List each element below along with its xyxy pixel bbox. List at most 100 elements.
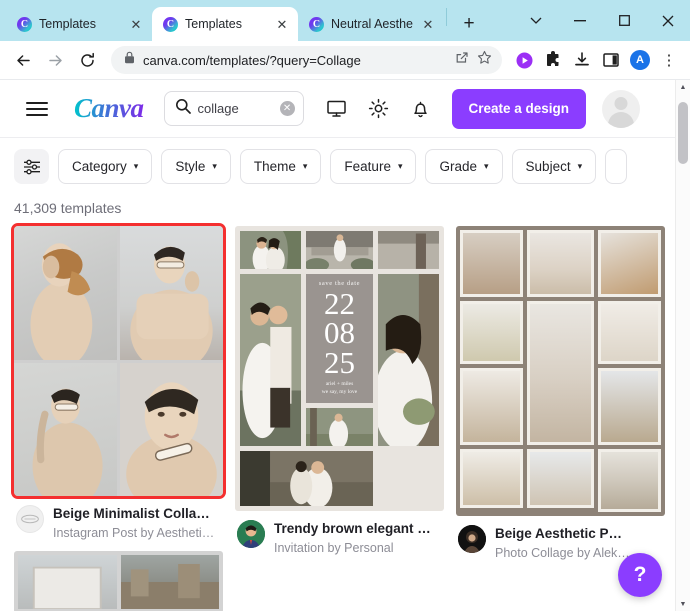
template-card-3[interactable]: Beige Aesthetic P… Photo Collage by Alek… — [456, 226, 665, 562]
forward-button[interactable] — [40, 45, 70, 75]
template-title: Beige Aesthetic P… — [495, 526, 623, 541]
menu-icon[interactable] — [26, 94, 56, 124]
filter-category-button[interactable]: Category ▾ — [58, 149, 153, 184]
address-bar[interactable]: canva.com/templates/?query=Collage — [111, 46, 502, 74]
display-icon[interactable] — [320, 92, 354, 126]
template-subtitle: Invitation by Personal — [274, 541, 394, 556]
browser-tab-3[interactable]: C Neutral Aesthe ✕ — [298, 7, 444, 41]
filter-style-button[interactable]: Style ▾ — [161, 149, 231, 184]
window-controls — [514, 0, 690, 41]
collage-art-partial — [14, 551, 223, 611]
share-icon[interactable] — [455, 51, 469, 70]
avatar — [16, 505, 44, 533]
avatar — [237, 520, 265, 548]
chevron-down-icon: ▾ — [302, 161, 308, 171]
settings-gear-icon[interactable] — [362, 92, 396, 126]
scroll-up-arrow[interactable]: ▲ — [676, 80, 690, 94]
help-button[interactable]: ? — [618, 553, 662, 597]
scrollbar-thumb[interactable] — [678, 102, 688, 164]
filter-label: Style — [175, 159, 206, 174]
template-thumbnail[interactable] — [11, 223, 226, 499]
canva-favicon-icon: C — [163, 16, 178, 32]
canva-templates-page: Canva collage ✕ Create a design Category… — [0, 80, 675, 611]
close-window-button[interactable] — [646, 4, 690, 38]
clear-search-icon[interactable]: ✕ — [279, 101, 295, 116]
lock-icon — [124, 51, 135, 69]
template-card-1[interactable]: Beige Minimalist Colla… Instagram Post b… — [11, 223, 226, 542]
search-icon — [175, 98, 191, 119]
media-play-icon[interactable] — [511, 47, 537, 73]
template-thumbnail[interactable] — [14, 551, 223, 611]
canva-header: Canva collage ✕ Create a design — [0, 80, 675, 137]
maximize-button[interactable] — [602, 4, 646, 38]
save-the-date-day: 22 — [323, 285, 355, 321]
tab-close-icon[interactable]: ✕ — [420, 16, 436, 32]
result-count: 41,309 templates — [14, 200, 122, 216]
filter-bar: Category ▾ Style ▾ Theme ▾ Feature ▾ Gra… — [0, 138, 675, 195]
scroll-down-arrow[interactable]: ▼ — [676, 597, 690, 611]
tab-close-icon[interactable]: ✕ — [274, 16, 290, 32]
template-card-meta: Trendy brown elegant … Invitation by Per… — [235, 511, 444, 557]
grid-column-1: Beige Minimalist Colla… Instagram Post b… — [11, 223, 226, 611]
page-scrollbar[interactable]: ▲ ▼ — [675, 80, 690, 611]
extensions-icon[interactable] — [540, 47, 566, 73]
photo-frame-building — [598, 448, 661, 512]
save-the-date-card: save the date 22 08 25 ariel + miles we … — [305, 273, 374, 403]
template-card-2[interactable]: save the date 22 08 25 ariel + miles we … — [235, 226, 444, 557]
search-input[interactable]: collage ✕ — [163, 91, 304, 126]
filter-theme-button[interactable]: Theme ▾ — [239, 149, 322, 184]
chevron-down-icon: ▾ — [484, 161, 489, 171]
downloads-icon[interactable] — [569, 47, 595, 73]
notifications-bell-icon[interactable] — [404, 92, 438, 126]
minimize-button[interactable] — [558, 4, 602, 38]
back-button[interactable] — [8, 45, 38, 75]
chevron-down-icon: ▾ — [212, 161, 217, 171]
page-viewport: Canva collage ✕ Create a design Category… — [0, 80, 690, 611]
user-avatar[interactable] — [602, 89, 641, 128]
save-the-date-year: 25 — [323, 344, 355, 380]
photo-frame-portrait — [526, 300, 595, 445]
tab-title: Templates — [185, 17, 242, 31]
photo-frame — [460, 230, 523, 297]
avatar — [458, 525, 486, 553]
template-card-4-partial[interactable] — [14, 551, 223, 611]
photo-frame — [460, 300, 523, 364]
template-subtitle: Instagram Post by Aestheti… — [53, 526, 215, 541]
template-thumbnail[interactable]: save the date 22 08 25 ariel + miles we … — [235, 226, 444, 511]
save-the-date-note: we say, my love — [321, 388, 358, 395]
photo-frame — [460, 448, 523, 508]
reload-button[interactable] — [72, 45, 102, 75]
create-a-design-button[interactable]: Create a design — [451, 88, 587, 129]
template-thumbnail[interactable] — [456, 226, 665, 516]
filter-sliders-icon[interactable] — [14, 149, 49, 184]
account-initial: A — [630, 50, 650, 70]
tab-close-icon[interactable]: ✕ — [128, 16, 144, 32]
collage-art-trendy-brown-elegant: save the date 22 08 25 ariel + miles we … — [235, 226, 444, 511]
filter-feature-button[interactable]: Feature ▾ — [330, 149, 417, 184]
photo-frame — [598, 230, 661, 297]
account-avatar[interactable]: A — [627, 47, 653, 73]
save-the-date-label: save the date — [318, 279, 361, 287]
save-the-date-month: 08 — [323, 315, 355, 351]
filter-overflow-button[interactable] — [605, 149, 628, 184]
canva-logo[interactable]: Canva — [74, 93, 144, 124]
filter-grade-button[interactable]: Grade ▾ — [425, 149, 503, 184]
collage-art-beige-minimalist — [14, 226, 223, 496]
browser-tab-1[interactable]: C Templates ✕ — [6, 7, 152, 41]
tab-strip: C Templates ✕ C Templates ✕ C Neutral Ae… — [0, 0, 690, 41]
filter-label: Theme — [253, 159, 296, 174]
filter-subject-button[interactable]: Subject ▾ — [511, 149, 597, 184]
filter-label: Category — [72, 159, 127, 174]
chevron-down-icon: ▾ — [133, 161, 139, 171]
new-tab-button[interactable]: + — [455, 10, 483, 38]
chevron-down-icon: ▾ — [397, 161, 403, 171]
bookmark-star-icon[interactable] — [477, 50, 492, 70]
side-panel-icon[interactable] — [598, 47, 624, 73]
browser-menu-icon[interactable]: ⋮ — [656, 47, 682, 73]
browser-window: C Templates ✕ C Templates ✕ C Neutral Ae… — [0, 0, 690, 611]
url-text: canva.com/templates/?query=Collage — [143, 52, 361, 68]
toolbar-icon-group: A ⋮ — [511, 47, 682, 73]
browser-tab-2-active[interactable]: C Templates ✕ — [152, 7, 298, 41]
tab-search-icon[interactable] — [514, 4, 558, 38]
filter-label: Grade — [439, 159, 478, 174]
